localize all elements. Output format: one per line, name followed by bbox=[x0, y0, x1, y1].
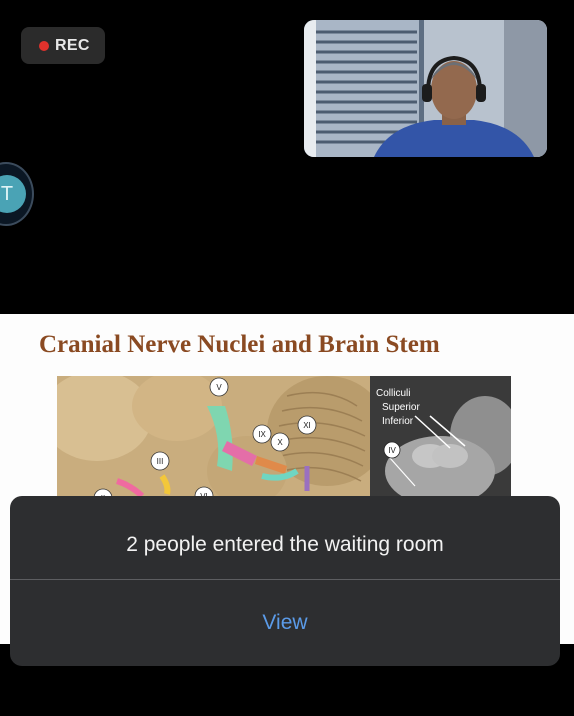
participant-avatar[interactable]: T bbox=[0, 162, 34, 226]
waiting-room-notification: 2 people entered the waiting room View bbox=[10, 496, 560, 666]
label-iv: IV bbox=[388, 446, 396, 455]
avatar-initial: T bbox=[0, 175, 26, 213]
recording-dot-icon bbox=[39, 40, 49, 51]
brainstem-image: Colliculi Superior Inferior IV bbox=[370, 376, 511, 516]
brain-dissection-image: V IX X XI III VI II bbox=[57, 376, 370, 516]
recording-label: REC bbox=[55, 36, 90, 54]
label-superior: Superior bbox=[382, 402, 420, 413]
recording-indicator: REC bbox=[21, 27, 105, 64]
view-button[interactable]: View bbox=[10, 580, 560, 666]
label-xi: XI bbox=[303, 421, 311, 430]
label-inferior: Inferior bbox=[382, 416, 414, 427]
slide-title: Cranial Nerve Nuclei and Brain Stem bbox=[39, 331, 440, 358]
label-ix: IX bbox=[258, 430, 266, 439]
self-video-tile[interactable] bbox=[304, 20, 547, 157]
label-x: X bbox=[277, 438, 283, 447]
participant-video-feed bbox=[304, 20, 547, 157]
notification-message: 2 people entered the waiting room bbox=[126, 533, 444, 556]
label-colliculi: Colliculi bbox=[376, 388, 410, 399]
label-v: V bbox=[216, 383, 222, 392]
label-iii: III bbox=[157, 457, 164, 466]
